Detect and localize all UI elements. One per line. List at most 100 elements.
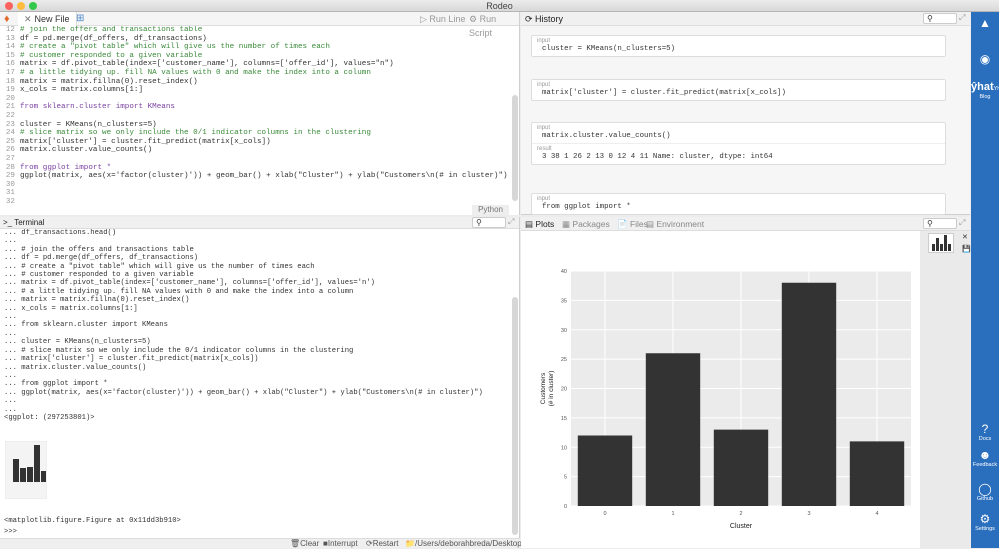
code-line: 19 x_cols = matrix.columns[1:] bbox=[0, 86, 519, 95]
line-text: matrix.cluster.value_counts() bbox=[20, 146, 153, 155]
line-text: # create a "pivot table" which will give… bbox=[20, 43, 330, 52]
sidebar-item-feedback[interactable]: ☻ Feedback bbox=[971, 448, 999, 468]
line-number: 25 bbox=[5, 137, 15, 146]
tab-history[interactable]: ⟳ History bbox=[525, 12, 563, 26]
run-line-label: Run Line bbox=[429, 14, 466, 24]
mini-bar-2 bbox=[940, 244, 943, 251]
editor-scrollbar[interactable] bbox=[512, 95, 518, 201]
users-icon: ☻ bbox=[978, 448, 992, 462]
line-text: cluster = KMeans(n_clusters=5) bbox=[20, 120, 157, 129]
history-card[interactable]: input from ggplot import * bbox=[531, 193, 946, 215]
plots-search-input[interactable]: ⚲ bbox=[923, 218, 957, 229]
line-text: from sklearn.cluster import KMeans bbox=[20, 103, 175, 112]
y-tick-label: 30 bbox=[561, 328, 567, 334]
inline-bar-1 bbox=[20, 468, 26, 482]
terminal-line: ... bbox=[4, 237, 17, 246]
code-line: 22 bbox=[0, 112, 519, 121]
search-icon: ⚲ bbox=[476, 218, 482, 227]
terminal-line: ... matrix['cluster'] = cluster.fit_pred… bbox=[4, 355, 259, 364]
code-editor[interactable]: 12 # join the offers and transactions tab… bbox=[0, 26, 519, 206]
history-card[interactable]: input cluster = KMeans(n_clusters=5) bbox=[531, 35, 946, 57]
close-plot-icon[interactable]: ✕ bbox=[962, 233, 968, 241]
plot-thumbnail-selected[interactable] bbox=[928, 233, 954, 253]
sidebar-item-science-ops[interactable]: ▲ bbox=[971, 16, 999, 30]
sidebar-item-github[interactable]: ◯ Github bbox=[971, 482, 999, 502]
run-line-button[interactable]: ▷ Run Line bbox=[420, 12, 465, 26]
window-title: Rodeo bbox=[486, 1, 513, 11]
code-line: 23 cluster = KMeans(n_clusters=5) bbox=[0, 121, 519, 130]
sidebar-label: Docs bbox=[978, 436, 992, 442]
terminal-line: ... bbox=[4, 329, 17, 338]
x-tick-label: 0 bbox=[603, 511, 606, 517]
plots-pane: ▤ Plots ▦ Packages 📄 Files ▤ Environment… bbox=[521, 217, 971, 548]
y-tick-label: 35 bbox=[561, 298, 567, 304]
tab-new-file[interactable]: ✕ New File bbox=[18, 12, 77, 26]
tab-environment[interactable]: ▤ Environment bbox=[646, 217, 704, 231]
bar-cluster-2 bbox=[713, 429, 769, 506]
card-input-label: input bbox=[537, 82, 551, 88]
tab-terminal[interactable]: >_ Terminal bbox=[3, 217, 44, 229]
line-number: 22 bbox=[5, 111, 15, 120]
terminal-output[interactable]: ... df_transactions.head()...... # join … bbox=[0, 229, 519, 422]
code-line: 25 matrix['cluster'] = cluster.fit_predic… bbox=[0, 138, 519, 147]
expand-icon[interactable]: ⤢ bbox=[959, 13, 965, 23]
history-card[interactable]: input matrix.cluster.value_counts() resu… bbox=[531, 122, 946, 165]
line-number: 21 bbox=[5, 103, 15, 112]
run-script-button[interactable]: ⚙ Run Script bbox=[469, 12, 519, 40]
language-mode[interactable]: Python bbox=[472, 205, 509, 215]
bar-cluster-3 bbox=[781, 282, 837, 506]
rodeo-logo-icon: ♦ bbox=[4, 13, 10, 25]
code-line: 12 # join the offers and transactions tab… bbox=[0, 26, 519, 35]
terminal-line: ... # join the offers and transactions t… bbox=[4, 245, 194, 254]
line-number: 26 bbox=[5, 146, 15, 155]
terminal-search-input[interactable]: ⚲ bbox=[472, 217, 506, 228]
terminal-prompt[interactable]: >>> bbox=[4, 528, 17, 536]
terminal-line: ... ggplot(matrix, aes(x='factor(cluster… bbox=[4, 388, 483, 397]
code-line: 17 # a little tidying up. fill NA values … bbox=[0, 69, 519, 78]
line-number: 17 bbox=[5, 68, 15, 77]
y-axis-label: (# in cluster) bbox=[548, 371, 555, 407]
y-tick-label: 5 bbox=[564, 475, 567, 481]
plots-tab-label: Plots bbox=[535, 219, 555, 229]
plot-history-strip: ✕ 💾 bbox=[920, 231, 971, 548]
plots-tabbar: ▤ Plots ▦ Packages 📄 Files ▤ Environment… bbox=[521, 217, 970, 231]
line-number: 18 bbox=[5, 77, 15, 86]
x-axis-label: Cluster bbox=[730, 523, 753, 530]
card-code: matrix['cluster'] = cluster.fit_predict(… bbox=[542, 89, 786, 97]
sidebar-item-python[interactable]: ◉ bbox=[971, 52, 999, 66]
tab-packages[interactable]: ▦ Packages bbox=[562, 217, 610, 231]
x-tick-label: 3 bbox=[807, 511, 810, 517]
save-plot-icon[interactable]: 💾 bbox=[962, 245, 971, 253]
terminal-scrollbar[interactable] bbox=[512, 297, 518, 535]
terminal-line: ... x_cols = matrix.columns[1:] bbox=[4, 304, 138, 313]
code-line: 20 bbox=[0, 95, 519, 104]
terminal-line: ... cluster = KMeans(n_clusters=5) bbox=[4, 338, 151, 347]
close-tab-icon[interactable]: ✕ bbox=[24, 14, 32, 24]
line-text: df = pd.merge(df_offers, df_transactions… bbox=[20, 34, 207, 43]
terminal-line: ... bbox=[4, 371, 17, 380]
terminal-line: ... matrix = df.pivot_table(index=['cust… bbox=[4, 279, 375, 288]
new-tab-icon[interactable]: ⊞ bbox=[76, 13, 84, 24]
tab-plots[interactable]: ▤ Plots bbox=[525, 217, 554, 231]
expand-icon[interactable]: ⤢ bbox=[508, 217, 514, 227]
code-line: 29 ggplot(matrix, aes(x='factor(cluster)'… bbox=[0, 172, 519, 181]
terminal-pane: >_ Terminal ⚲ ⤢ ... df_transactions.head… bbox=[0, 217, 522, 548]
sidebar-item-docs[interactable]: ? Docs bbox=[971, 422, 999, 442]
bar-cluster-4 bbox=[849, 441, 905, 506]
terminal-footer: 🗑 Clear ■ Interrupt ⟳ Restart 📁 /Users/d… bbox=[0, 538, 522, 548]
inline-bar-2 bbox=[27, 467, 33, 482]
line-number: 20 bbox=[5, 94, 15, 103]
history-search-input[interactable]: ⚲ bbox=[923, 13, 957, 24]
sidebar-label: Github bbox=[976, 496, 994, 502]
sidebar-item-settings[interactable]: ⚙ Settings bbox=[971, 512, 999, 532]
sidebar-item-yhat-blog[interactable]: ŷhatYhat Blog bbox=[971, 80, 999, 100]
code-line: 15 # customer responded to a given variab… bbox=[0, 52, 519, 61]
terminal-line: ... matrix = matrix.fillna(0).reset_inde… bbox=[4, 296, 190, 305]
code-line: 28 from ggplot import * bbox=[0, 164, 519, 173]
prompt-symbol: >>> bbox=[4, 528, 17, 536]
tab-files[interactable]: 📄 Files bbox=[617, 217, 648, 231]
mini-bar-0 bbox=[932, 244, 935, 251]
expand-icon[interactable]: ⤢ bbox=[959, 218, 965, 228]
history-card[interactable]: input matrix['cluster'] = cluster.fit_pr… bbox=[531, 79, 946, 101]
card-input-label: input bbox=[537, 38, 551, 44]
